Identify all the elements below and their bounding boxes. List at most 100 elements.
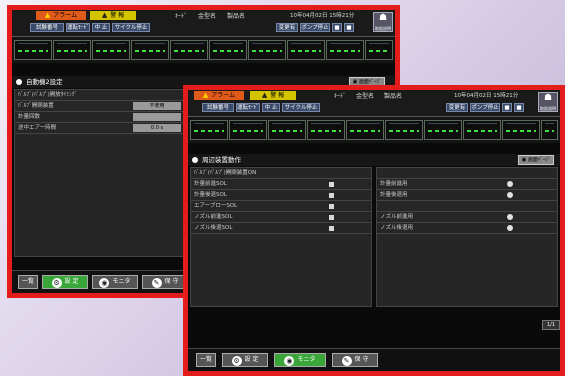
list-button[interactable]: 一覧 <box>196 353 216 367</box>
front-status-cell: 中 止 <box>262 103 280 112</box>
output-lamp-icon[interactable] <box>329 204 334 209</box>
help-icon: ☗ <box>543 93 553 103</box>
warning-triangle-icon: ▲ <box>202 91 209 99</box>
io-row: ノズル前進用 <box>377 212 557 223</box>
wrench-icon: ✎ <box>151 278 162 288</box>
back-setting-value[interactable]: 不使用 <box>133 102 181 110</box>
back-section-title: 自動機2設定 <box>26 78 63 86</box>
settings-button[interactable]: ⚙ 設 定 <box>222 353 268 367</box>
input-lamp-icon <box>507 214 513 220</box>
settings-button[interactable]: ⚙ 設 定 <box>42 275 88 289</box>
page-indicator: 1/1 <box>542 320 560 330</box>
front-section-title: 周辺装置動作 <box>202 156 241 164</box>
back-datetime: 10年04月02日 15時21分 <box>290 13 355 19</box>
gear-icon: ⚙ <box>231 356 242 366</box>
monitor-cell <box>287 40 325 60</box>
io-row <box>377 201 557 212</box>
back-alarm-indicator[interactable]: ▲ アラーム <box>36 11 86 20</box>
back-help-button[interactable]: ☗ 取扱説明 <box>373 12 393 32</box>
front-page-button[interactable]: ▣ 画面ﾍﾟｰｼﾞ <box>518 155 554 165</box>
io-row: ノズル後退用 <box>377 223 557 234</box>
input-lamp-icon <box>507 192 513 198</box>
front-help-button[interactable]: ☗ 取扱説明 <box>538 92 558 112</box>
back-status-cell: サイクル停止 <box>112 23 150 32</box>
front-title-bar: ▲ アラーム ▲ 警 報 ｷｰﾄﾞ 金型名 製品名 10年04月02日 15時21分… <box>188 90 560 117</box>
monitor-cell <box>92 40 130 60</box>
monitor-cell <box>346 120 384 140</box>
front-warning-indicator[interactable]: ▲ 警 報 <box>250 91 296 100</box>
monitor-cell <box>209 40 247 60</box>
front-status-cell: サイクル停止 <box>282 103 320 112</box>
back-warning-indicator[interactable]: ▲ 警 報 <box>90 11 136 20</box>
monitor-cell <box>248 40 286 60</box>
front-monitor-strip <box>188 117 560 143</box>
front-screen-window: ▲ アラーム ▲ 警 報 ｷｰﾄﾞ 金型名 製品名 10年04月02日 15時21分… <box>183 85 565 376</box>
front-status-cell: 変更有 <box>446 103 468 112</box>
warning-triangle-icon: ▲ <box>44 11 51 19</box>
back-setting-value[interactable] <box>133 113 181 121</box>
monitor-cell <box>268 120 306 140</box>
front-alarm-indicator[interactable]: ▲ アラーム <box>194 91 244 100</box>
monitor-cell <box>326 40 364 60</box>
monitor-cell <box>307 120 345 140</box>
io-row: エアーブローSOL <box>191 201 371 212</box>
monitor-cell <box>541 120 558 140</box>
io-row: ノズル前進SOL <box>191 212 371 223</box>
output-lamp-icon[interactable] <box>329 215 334 220</box>
monitor-cell <box>365 40 393 60</box>
monitor-icon: ◉ <box>284 356 295 366</box>
back-product-label: 製品名 <box>227 13 246 20</box>
io-row: ﾊﾞﾙﾌﾞ(ﾊﾟﾙﾌﾟ)開閉装置ON <box>191 168 371 179</box>
back-mold-label: 金型名 <box>198 13 217 20</box>
io-row <box>377 168 557 179</box>
maintenance-button[interactable]: ✎ 保 守 <box>142 275 188 289</box>
front-status-cell: ■ <box>502 103 512 112</box>
front-status-cell: ■ <box>514 103 524 112</box>
back-status-cell: ■ <box>344 23 354 32</box>
warning-triangle-icon: ▲ <box>261 91 268 99</box>
monitor-cell <box>424 120 462 140</box>
front-status-cell: ポンプ停止 <box>470 103 500 112</box>
back-status-cell: 運転ﾓｰﾄﾞ <box>66 23 90 32</box>
monitor-cell <box>385 120 423 140</box>
output-lamp-icon[interactable] <box>329 226 334 231</box>
front-bottom-nav: 一覧 ⚙ 設 定 ◉ モニタ ✎ 保 守 <box>188 348 560 371</box>
section-bullet-icon <box>192 157 198 163</box>
monitor-cell <box>131 40 169 60</box>
gear-icon: ⚙ <box>51 278 62 288</box>
help-icon: ☗ <box>378 13 388 23</box>
back-status-cell: 変更有 <box>276 23 298 32</box>
front-product-label: 製品名 <box>384 93 403 100</box>
io-row: 計量前進SOL <box>191 179 371 190</box>
back-status-cell: 中 止 <box>92 23 110 32</box>
monitor-cell <box>170 40 208 60</box>
io-row: 計量後退SOL <box>191 190 371 201</box>
front-status-cell: 試験番号 <box>202 103 234 112</box>
maintenance-button[interactable]: ✎ 保 守 <box>332 353 378 367</box>
front-right-panel: 計量前進用 計量後退用 ノズル前進用 ノズル後退用 <box>376 167 558 307</box>
warning-triangle-icon: ▲ <box>101 11 108 19</box>
back-monitor-strip <box>12 37 395 63</box>
front-status-cell: 運転ﾓｰﾄﾞ <box>236 103 260 112</box>
back-setting-value[interactable]: 0.0 s <box>133 124 181 132</box>
input-lamp-icon <box>507 225 513 231</box>
back-status-cell: ■ <box>332 23 342 32</box>
front-section-header: 周辺装置動作 ▣ 画面ﾍﾟｰｼﾞ <box>188 154 560 166</box>
monitor-cell <box>190 120 228 140</box>
monitor-cell <box>502 120 540 140</box>
io-row: ノズル後退SOL <box>191 223 371 234</box>
input-lamp-icon <box>507 181 513 187</box>
io-row: 計量後退用 <box>377 190 557 201</box>
front-key-label: ｷｰﾄﾞ <box>334 93 347 100</box>
front-screen: ▲ アラーム ▲ 警 報 ｷｰﾄﾞ 金型名 製品名 10年04月02日 15時21分… <box>188 90 560 371</box>
front-mold-label: 金型名 <box>356 93 375 100</box>
output-lamp-icon[interactable] <box>329 193 334 198</box>
list-button[interactable]: 一覧 <box>18 275 38 289</box>
back-key-label: ｷｰﾄﾞ <box>175 13 188 20</box>
wrench-icon: ✎ <box>341 356 352 366</box>
back-status-cell: 試験番号 <box>30 23 64 32</box>
monitor-button[interactable]: ◉ モニタ <box>274 353 326 367</box>
io-row: 計量前進用 <box>377 179 557 190</box>
monitor-button[interactable]: ◉ モニタ <box>92 275 138 289</box>
output-lamp-icon[interactable] <box>329 182 334 187</box>
